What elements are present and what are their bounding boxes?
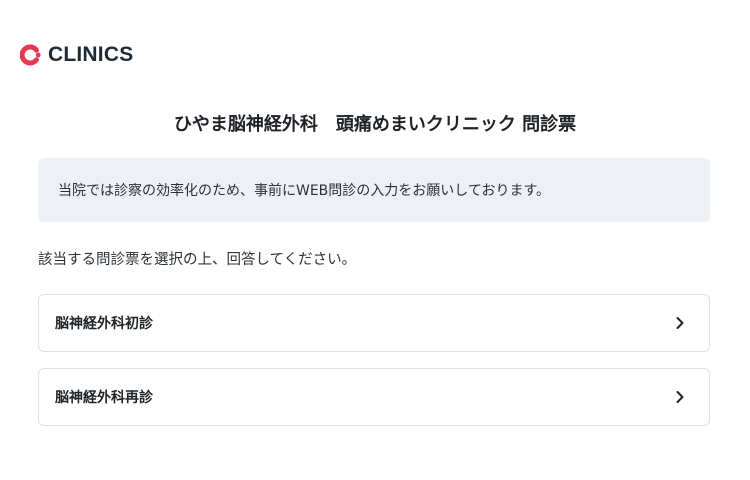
notice-banner: 当院では診察の効率化のため、事前にWEB問診の入力をお願いしております。 <box>38 158 710 222</box>
questionnaire-option-return-visit[interactable]: 脳神経外科再診 <box>38 368 710 426</box>
questionnaire-option-first-visit[interactable]: 脳神経外科初診 <box>38 294 710 352</box>
questionnaire-label: 脳神経外科初診 <box>55 316 153 332</box>
page-title: ひやま脳神経外科 頭痛めまいクリニック 問診票 <box>173 114 577 135</box>
brand-name: CLINICS <box>48 43 134 66</box>
clinics-logo[interactable]: CLINICS <box>20 43 133 67</box>
chevron-right-icon <box>676 391 684 403</box>
chevron-right-icon <box>676 317 684 329</box>
notice-text: 当院では診察の効率化のため、事前にWEB問診の入力をお願いしております。 <box>58 183 551 199</box>
instruction-text: 該当する問診票を選択の上、回答してください。 <box>38 252 357 268</box>
clinics-logo-icon <box>20 44 41 66</box>
page: CLINICS ひやま脳神経外科 頭痛めまいクリニック 問診票 当院では診察の効… <box>0 0 750 480</box>
questionnaire-label: 脳神経外科再診 <box>55 390 153 406</box>
